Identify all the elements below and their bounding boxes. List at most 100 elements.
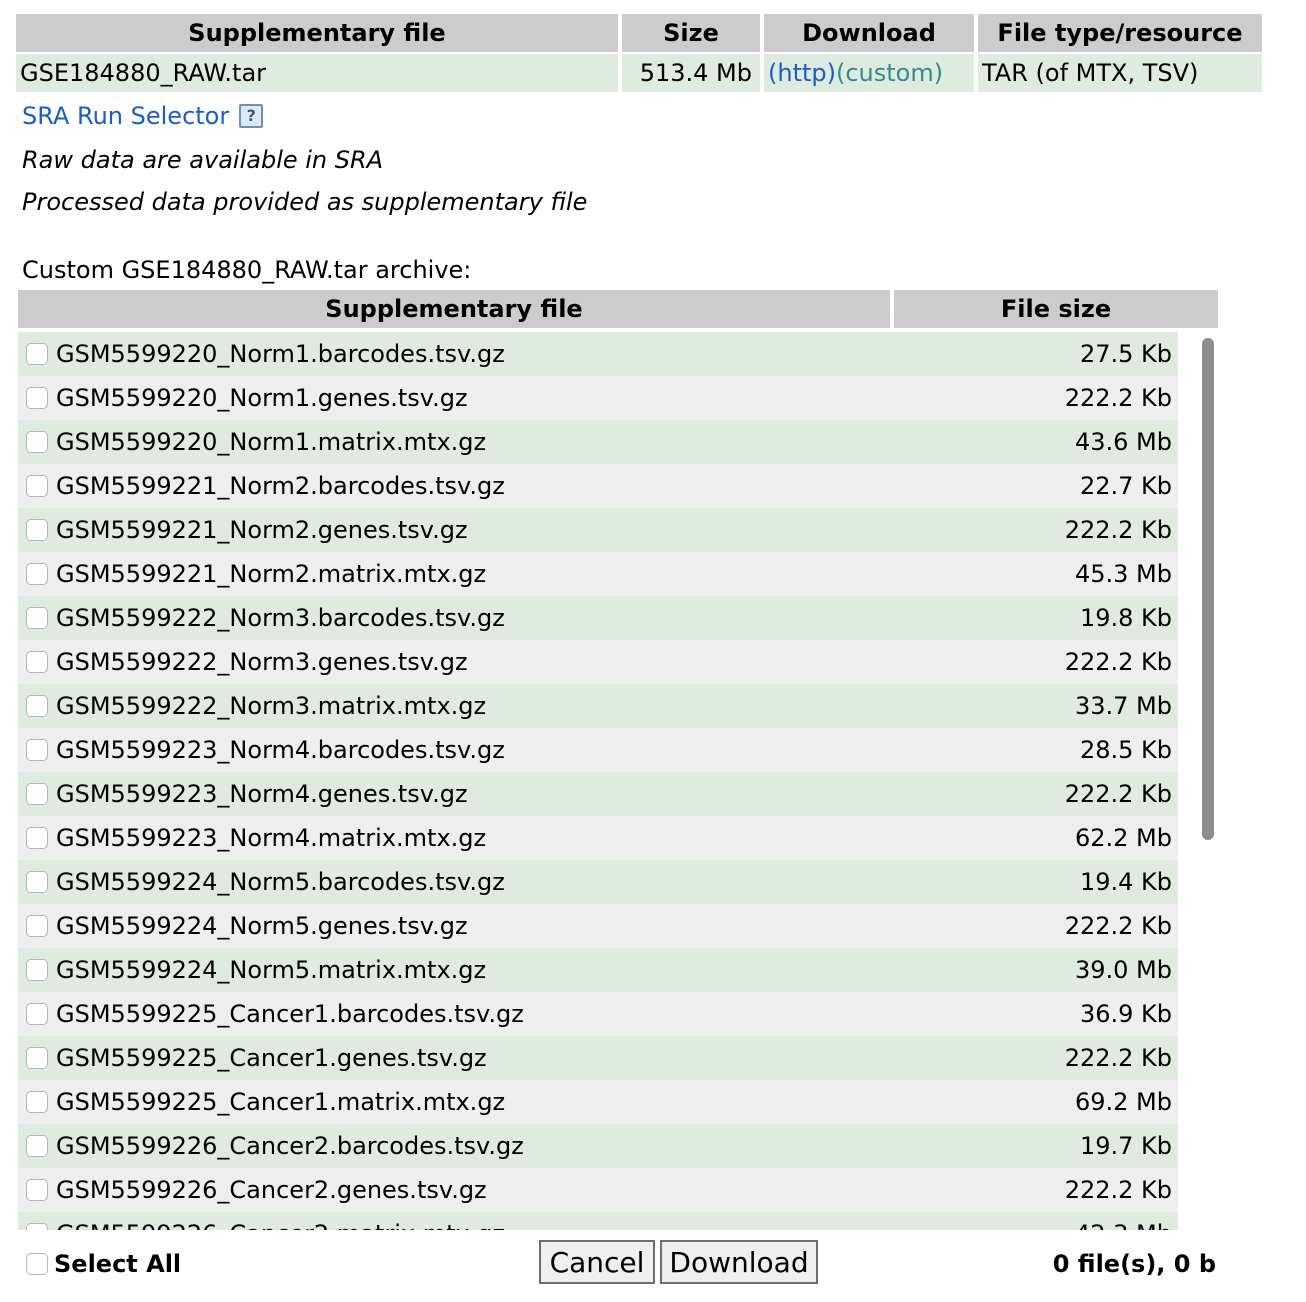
list-item[interactable]: GSM5599222_Norm3.genes.tsv.gz 222.2 Kb xyxy=(18,640,1178,684)
custom-download-link[interactable]: (custom) xyxy=(836,59,943,87)
file-checkbox[interactable] xyxy=(26,563,48,585)
file-size: 27.5 Kb xyxy=(1079,340,1172,368)
list-item[interactable]: GSM5599220_Norm1.genes.tsv.gz 222.2 Kb xyxy=(18,376,1178,420)
file-size: 28.5 Kb xyxy=(1079,736,1172,764)
select-all-control[interactable]: Select All xyxy=(26,1250,181,1278)
selected-count: 0 file(s), 0 b xyxy=(1052,1250,1216,1278)
header-archive-size: File size xyxy=(894,290,1218,328)
archive-file-list[interactable]: GSM5599220_Norm1.barcodes.tsv.gz 27.5 Kb G… xyxy=(18,332,1218,1230)
list-item[interactable]: GSM5599223_Norm4.matrix.mtx.gz 62.2 Mb xyxy=(18,816,1178,860)
file-name: GSM5599221_Norm2.genes.tsv.gz xyxy=(56,516,468,544)
file-name: GSM5599226_Cancer2.matrix.mtx.gz xyxy=(56,1220,972,1230)
file-size: 19.8 Kb xyxy=(1079,604,1172,632)
list-item[interactable]: GSM5599222_Norm3.matrix.mtx.gz 33.7 Mb xyxy=(18,684,1178,728)
file-size: 222.2 Kb xyxy=(1064,516,1172,544)
download-links-cell: (http)(custom) xyxy=(764,54,974,92)
list-item[interactable]: GSM5599226_Cancer2.barcodes.tsv.gz 19.7 K… xyxy=(18,1124,1178,1168)
list-item[interactable]: GSM5599224_Norm5.genes.tsv.gz 222.2 Kb xyxy=(18,904,1178,948)
file-checkbox[interactable] xyxy=(26,915,48,937)
list-item[interactable]: GSM5599225_Cancer1.matrix.mtx.gz 69.2 Mb xyxy=(18,1080,1178,1124)
file-name: GSM5599223_Norm4.barcodes.tsv.gz xyxy=(56,736,505,764)
scrollbar-thumb[interactable] xyxy=(1202,338,1214,840)
file-checkbox[interactable] xyxy=(26,475,48,497)
list-item[interactable]: GSM5599225_Cancer1.genes.tsv.gz 222.2 Kb xyxy=(18,1036,1178,1080)
http-download-link[interactable]: (http) xyxy=(768,59,836,87)
file-checkbox[interactable] xyxy=(26,1091,48,1113)
file-size: 22.7 Kb xyxy=(1079,472,1172,500)
file-size: 69.2 Mb xyxy=(1074,1088,1172,1116)
file-size: 222.2 Kb xyxy=(1064,1044,1172,1072)
list-item[interactable]: GSM5599221_Norm2.matrix.mtx.gz 45.3 Mb xyxy=(18,552,1178,596)
header-supplementary-file: Supplementary file xyxy=(16,14,618,52)
file-checkbox[interactable] xyxy=(26,431,48,453)
download-button[interactable]: Download xyxy=(660,1240,818,1284)
file-name: GSM5599220_Norm1.barcodes.tsv.gz xyxy=(56,340,505,368)
file-size: 42.3 Mb xyxy=(972,1220,1178,1230)
list-item[interactable]: GSM5599221_Norm2.barcodes.tsv.gz 22.7 Kb xyxy=(18,464,1178,508)
file-checkbox[interactable] xyxy=(26,739,48,761)
list-item[interactable]: GSM5599220_Norm1.barcodes.tsv.gz 27.5 Kb xyxy=(18,332,1178,376)
processed-data-note: Processed data provided as supplementary… xyxy=(22,188,588,216)
archive-table-header: Supplementary file File size xyxy=(18,290,1218,328)
list-item[interactable]: GSM5599223_Norm4.genes.tsv.gz 222.2 Kb xyxy=(18,772,1178,816)
file-size: 33.7 Mb xyxy=(1074,692,1172,720)
scrollbar[interactable] xyxy=(1200,336,1216,1226)
select-all-checkbox[interactable] xyxy=(26,1253,48,1275)
sra-run-selector-link[interactable]: SRA Run Selector xyxy=(22,102,229,130)
file-name: GSM5599224_Norm5.matrix.mtx.gz xyxy=(56,956,487,984)
file-name: GSM5599222_Norm3.matrix.mtx.gz xyxy=(56,692,487,720)
file-checkbox[interactable] xyxy=(26,1135,48,1157)
file-checkbox[interactable] xyxy=(26,343,48,365)
file-name: GSM5599221_Norm2.matrix.mtx.gz xyxy=(56,560,487,588)
list-item[interactable]: GSM5599224_Norm5.barcodes.tsv.gz 19.4 Kb xyxy=(18,860,1178,904)
file-checkbox[interactable] xyxy=(26,651,48,673)
list-item[interactable]: GSM5599220_Norm1.matrix.mtx.gz 43.6 Mb xyxy=(18,420,1178,464)
file-name: GSM5599226_Cancer2.genes.tsv.gz xyxy=(56,1176,487,1204)
sra-run-selector: SRA Run Selector ? xyxy=(22,102,264,130)
file-size: 36.9 Kb xyxy=(1079,1000,1172,1028)
file-checkbox[interactable] xyxy=(26,1003,48,1025)
file-checkbox[interactable] xyxy=(26,1179,48,1201)
file-checkbox[interactable] xyxy=(26,1223,48,1230)
file-checkbox[interactable] xyxy=(26,959,48,981)
file-checkbox[interactable] xyxy=(26,827,48,849)
file-checkbox[interactable] xyxy=(26,871,48,893)
file-size: 45.3 Mb xyxy=(1074,560,1172,588)
header-size: Size xyxy=(622,14,760,52)
table-row: GSE184880_RAW.tar 513.4 Mb (http)(custom… xyxy=(16,54,1262,92)
file-name: GSM5599224_Norm5.barcodes.tsv.gz xyxy=(56,868,505,896)
file-checkbox[interactable] xyxy=(26,387,48,409)
file-size: 222.2 Kb xyxy=(1064,780,1172,808)
file-name: GSM5599225_Cancer1.matrix.mtx.gz xyxy=(56,1088,506,1116)
file-name: GSM5599224_Norm5.genes.tsv.gz xyxy=(56,912,468,940)
help-icon[interactable]: ? xyxy=(239,104,264,128)
archive-label: Custom GSE184880_RAW.tar archive: xyxy=(22,256,472,284)
list-item[interactable]: GSM5599223_Norm4.barcodes.tsv.gz 28.5 Kb xyxy=(18,728,1178,772)
file-size-cell: 513.4 Mb xyxy=(622,54,760,92)
list-item[interactable]: GSM5599226_Cancer2.matrix.mtx.gz42.3 Mb xyxy=(18,1212,1178,1230)
file-size: 62.2 Mb xyxy=(1074,824,1172,852)
file-name: GSM5599222_Norm3.genes.tsv.gz xyxy=(56,648,468,676)
list-item[interactable]: GSM5599226_Cancer2.genes.tsv.gz 222.2 Kb xyxy=(18,1168,1178,1212)
supplementary-table: Supplementary file Size Download File ty… xyxy=(12,12,1266,94)
cancel-button[interactable]: Cancel xyxy=(539,1240,655,1284)
file-size: 222.2 Kb xyxy=(1064,384,1172,412)
file-checkbox[interactable] xyxy=(26,695,48,717)
file-size: 39.0 Mb xyxy=(1074,956,1172,984)
list-item[interactable]: GSM5599221_Norm2.genes.tsv.gz 222.2 Kb xyxy=(18,508,1178,552)
list-item[interactable]: GSM5599224_Norm5.matrix.mtx.gz 39.0 Mb xyxy=(18,948,1178,992)
file-checkbox[interactable] xyxy=(26,607,48,629)
file-size: 222.2 Kb xyxy=(1064,648,1172,676)
file-list-rows: GSM5599220_Norm1.barcodes.tsv.gz 27.5 Kb G… xyxy=(18,332,1178,1230)
file-checkbox[interactable] xyxy=(26,519,48,541)
file-size: 222.2 Kb xyxy=(1064,1176,1172,1204)
list-item[interactable]: GSM5599225_Cancer1.barcodes.tsv.gz 36.9 K… xyxy=(18,992,1178,1036)
file-name: GSM5599225_Cancer1.genes.tsv.gz xyxy=(56,1044,487,1072)
file-checkbox[interactable] xyxy=(26,783,48,805)
file-size: 19.4 Kb xyxy=(1079,868,1172,896)
file-name: GSM5599223_Norm4.genes.tsv.gz xyxy=(56,780,468,808)
file-name: GSM5599222_Norm3.barcodes.tsv.gz xyxy=(56,604,505,632)
file-checkbox[interactable] xyxy=(26,1047,48,1069)
file-size: 19.7 Kb xyxy=(1079,1132,1172,1160)
list-item[interactable]: GSM5599222_Norm3.barcodes.tsv.gz 19.8 Kb xyxy=(18,596,1178,640)
